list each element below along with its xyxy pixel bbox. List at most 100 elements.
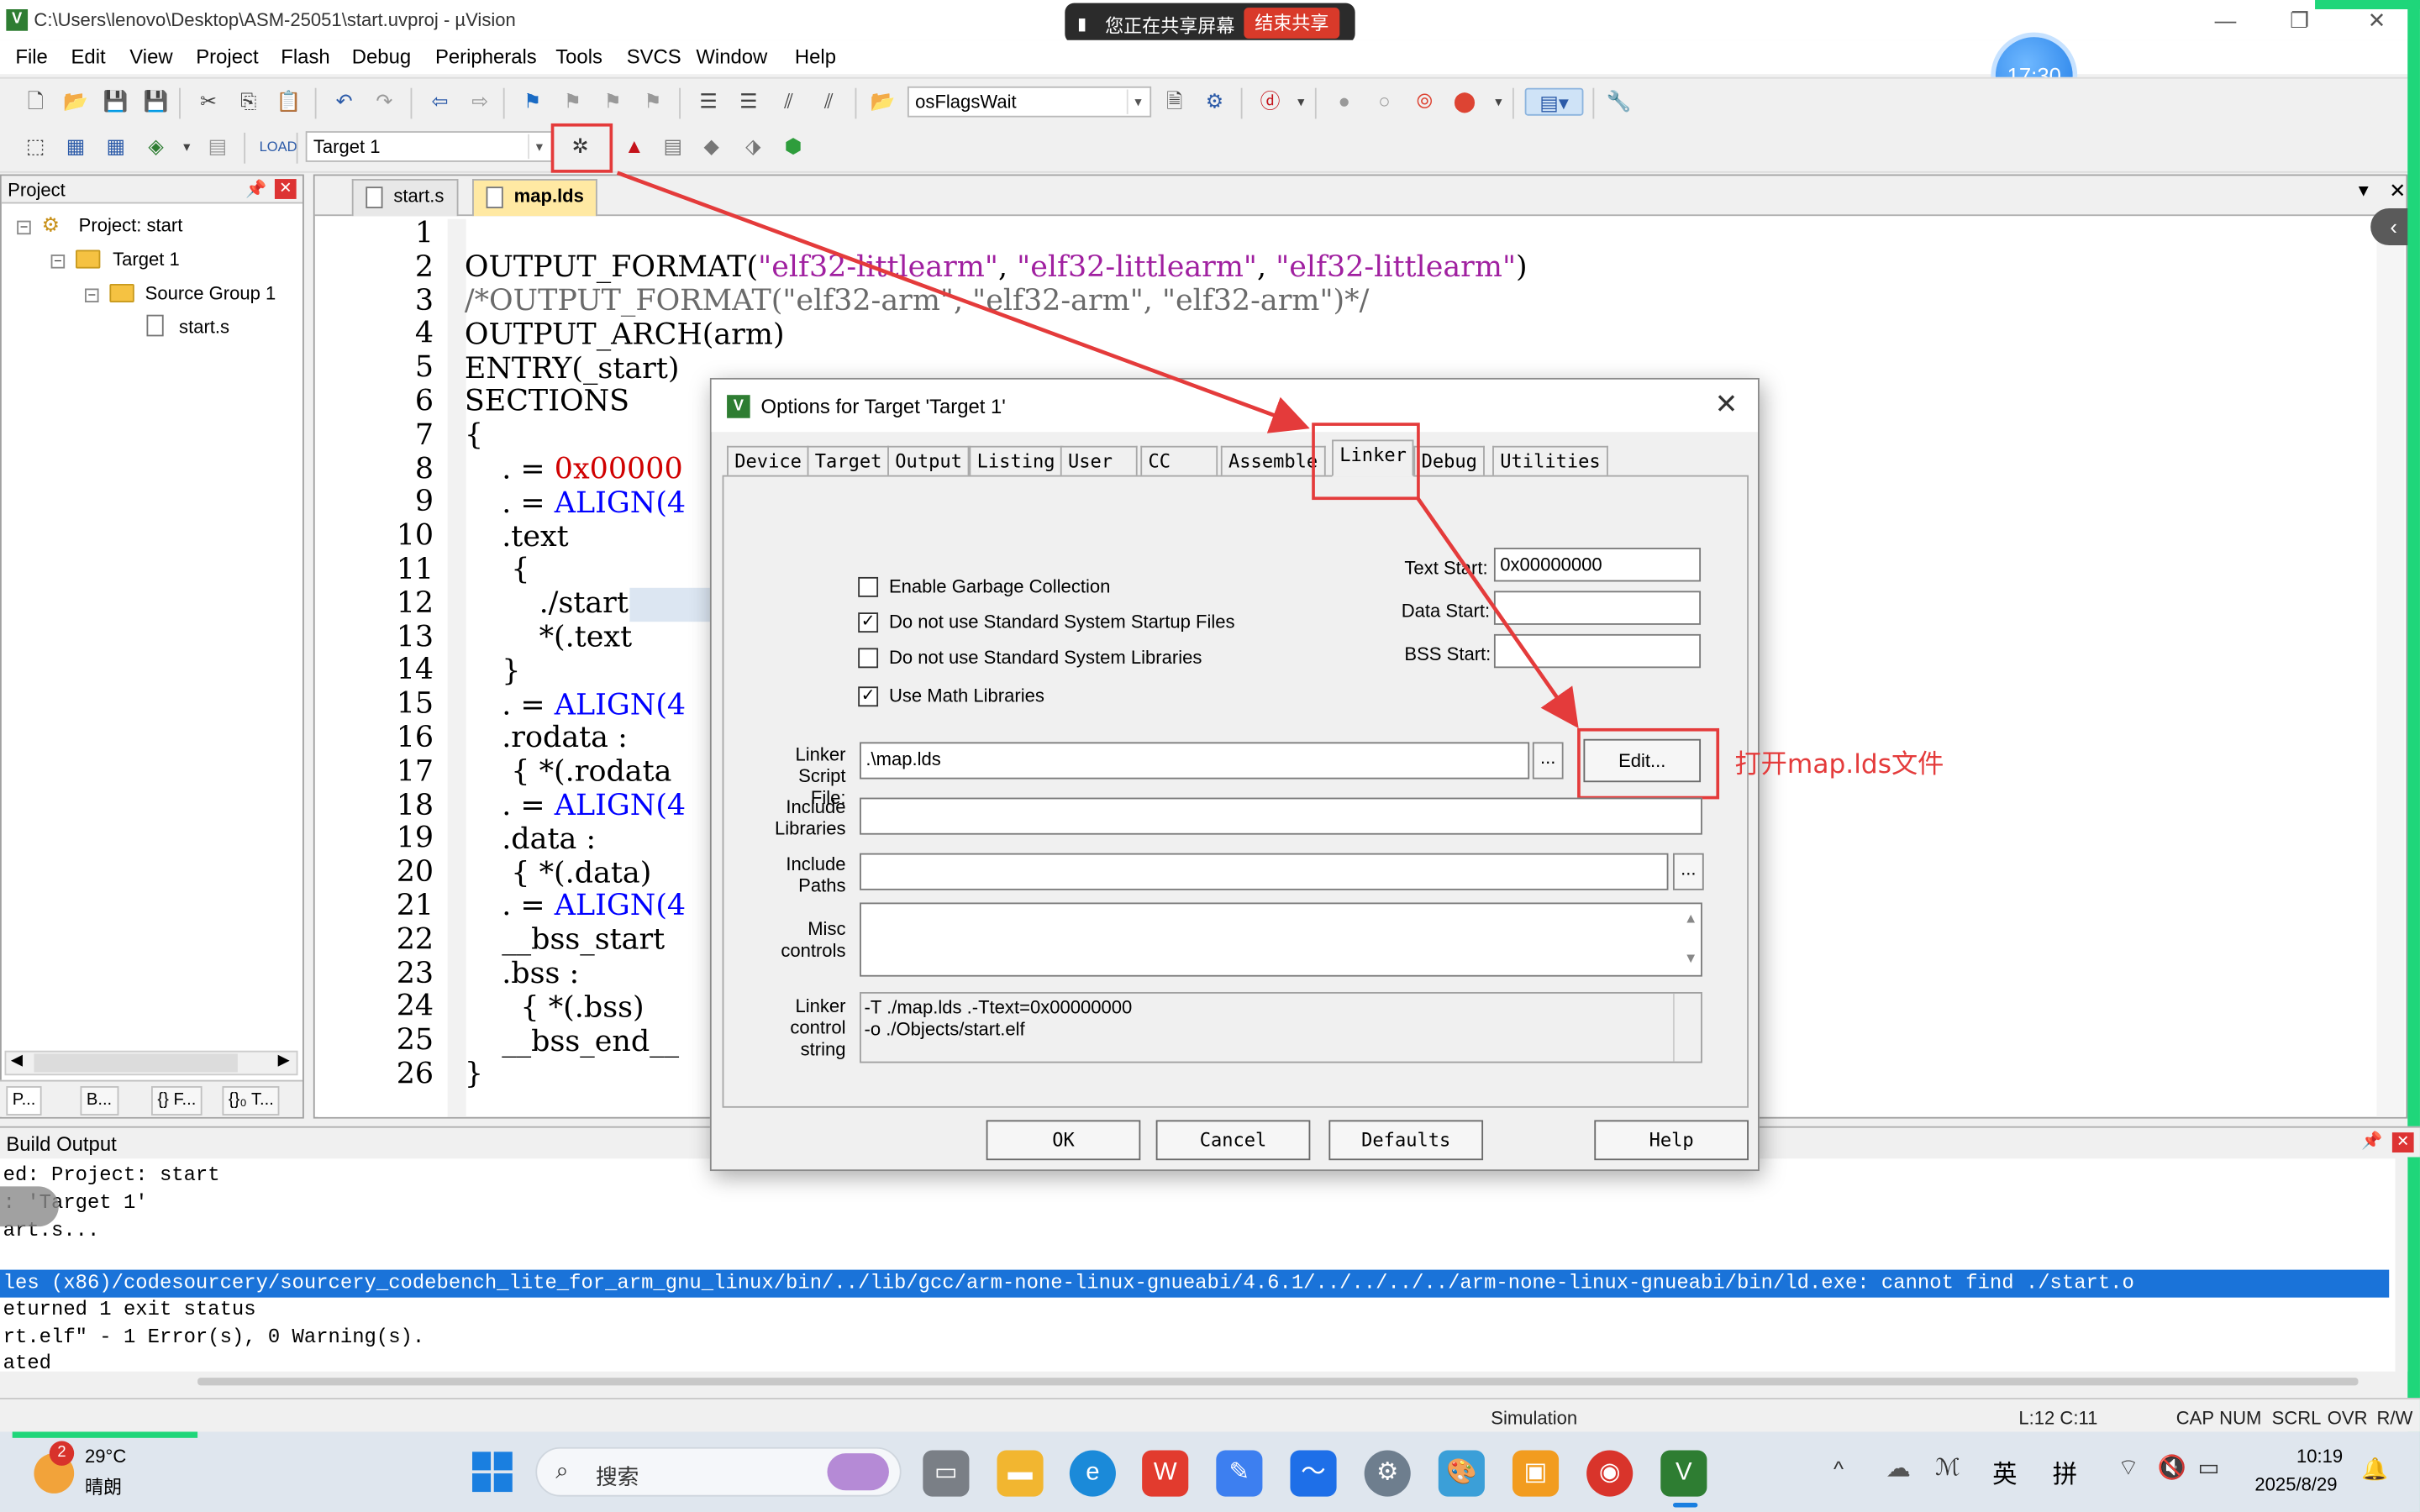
tree-project-item[interactable]: Project: start [79, 214, 183, 236]
manage-runtime-icon[interactable]: ◆ [697, 133, 725, 160]
menu-project[interactable]: Project [196, 45, 258, 68]
collapse-node-icon[interactable]: − [85, 288, 99, 302]
bss-start-input[interactable] [1493, 633, 1702, 669]
save-icon[interactable]: 💾 [102, 88, 129, 116]
scroll-left-arrow-icon[interactable]: ◀ [11, 1053, 23, 1069]
include-paths-input[interactable] [860, 853, 1669, 890]
tab-project[interactable]: P... [6, 1086, 42, 1116]
tab-assemble[interactable]: Assemble [1220, 445, 1326, 477]
unindent-icon[interactable]: ☰ [734, 88, 762, 116]
data-start-input[interactable] [1493, 591, 1702, 625]
linker-script-input[interactable]: .\map.lds [860, 742, 1530, 780]
tab-debug[interactable]: Debug [1413, 445, 1486, 477]
minimize-button[interactable]: — [2195, 3, 2256, 37]
wifi-icon[interactable]: ⌔ [2118, 1453, 2139, 1483]
cancel-button[interactable]: Cancel [1155, 1120, 1311, 1161]
collapse-node-icon[interactable]: − [17, 220, 31, 235]
translate-icon[interactable]: ⬚ [22, 133, 50, 160]
disable-all-breakpoints-icon[interactable]: ⦾ [1411, 88, 1439, 116]
include-libraries-input[interactable] [860, 797, 1702, 835]
download-load-icon[interactable]: LOAD [260, 133, 297, 160]
target-select-combo[interactable]: Target 1 ▾ [305, 131, 553, 162]
manage-project-items-icon[interactable]: ▲ [620, 133, 648, 160]
defaults-button[interactable]: Defaults [1328, 1120, 1484, 1161]
bookmark-icon[interactable]: ⚑ [518, 88, 546, 116]
chevron-down-icon[interactable]: ▾ [173, 133, 201, 160]
editor-vertical-scrollbar[interactable] [2376, 218, 2405, 1117]
dialog-close-button[interactable]: ✕ [1715, 389, 1739, 422]
next-bookmark-icon[interactable]: ⚑ [599, 88, 627, 116]
disable-breakpoint-icon[interactable]: ○ [1370, 88, 1398, 116]
garbage-collection-checkbox[interactable] [858, 576, 879, 597]
menu-debug[interactable]: Debug [352, 45, 411, 68]
incremental-find-icon[interactable]: ⚙ [1201, 88, 1228, 116]
navigate-forward-icon[interactable]: ⇨ [466, 88, 494, 116]
include-paths-browse-button[interactable]: ... [1672, 853, 1704, 890]
menu-view[interactable]: View [129, 45, 172, 68]
close-panel-icon[interactable]: ✕ [274, 179, 297, 199]
uvision-taskbar-icon[interactable]: V [1660, 1450, 1707, 1497]
onedrive-cloud-icon[interactable]: ☁ [1886, 1453, 1910, 1484]
tab-listing[interactable]: Listing [969, 445, 1063, 477]
menu-svcs[interactable]: SVCS [627, 45, 681, 68]
chevron-down-icon[interactable]: ▾ [1287, 88, 1315, 116]
taskbar-search-box[interactable]: ⌕ 搜索 [535, 1446, 902, 1497]
scroll-right-arrow-icon[interactable]: ▶ [278, 1053, 290, 1069]
chevron-down-icon[interactable]: ▾ [1485, 88, 1512, 116]
side-overlay-tab[interactable] [0, 1186, 59, 1227]
tab-target[interactable]: Target [807, 445, 890, 477]
taskbar-date[interactable]: 2025/8/29 [2254, 1473, 2337, 1495]
notes-app-icon[interactable]: ✎ [1216, 1450, 1263, 1497]
kill-all-breakpoints-icon[interactable]: ⬤ [1450, 88, 1478, 116]
window-layout-icon[interactable]: ▤▾ [1524, 87, 1584, 116]
function-search-combo[interactable]: osFlagsWait ▾ [907, 86, 1152, 118]
battery-icon[interactable]: ▭ [2197, 1453, 2219, 1481]
comment-icon[interactable]: ⫽ [775, 88, 802, 116]
clear-bookmarks-icon[interactable]: ⚑ [639, 88, 666, 116]
menu-flash[interactable]: Flash [281, 45, 329, 68]
chevron-down-icon[interactable]: ▾ [528, 134, 550, 160]
indent-icon[interactable]: ☰ [695, 88, 723, 116]
copy-icon[interactable]: ⎘ [234, 88, 262, 116]
redo-icon[interactable]: ↷ [371, 88, 398, 116]
save-all-icon[interactable]: 💾 [142, 88, 170, 116]
menu-tools[interactable]: Tools [555, 45, 602, 68]
tab-output[interactable]: Output [887, 445, 971, 477]
pin-icon[interactable]: 📌 [2361, 1131, 2382, 1151]
text-start-input[interactable]: 0x00000000 [1493, 548, 1702, 582]
volume-muted-icon[interactable]: 🔇 [2158, 1453, 2186, 1481]
stop-build-icon[interactable]: ▤ [203, 133, 231, 160]
no-startup-files-checkbox[interactable]: ✓ [858, 612, 879, 633]
breakpoint-icon[interactable]: ● [1330, 88, 1358, 116]
navigate-back-icon[interactable]: ⇦ [426, 88, 454, 116]
scroll-thumb[interactable] [197, 1378, 2359, 1386]
no-std-libraries-checkbox[interactable] [858, 648, 879, 669]
remote-desktop-icon[interactable]: ▣ [1512, 1450, 1560, 1497]
output-horizontal-scrollbar[interactable] [0, 1371, 2396, 1394]
stop-sharing-button[interactable]: 结束共享 [1244, 8, 1340, 39]
menu-peripherals[interactable]: Peripherals [435, 45, 537, 68]
tab-device[interactable]: Device [727, 445, 810, 477]
meeting-app-icon[interactable]: ◉ [1586, 1450, 1634, 1497]
tree-file-item[interactable]: start.s [179, 317, 229, 339]
notification-bell-icon[interactable]: 🔔 [2361, 1457, 2388, 1483]
start-windows-icon[interactable] [472, 1452, 513, 1493]
event-recorder-icon[interactable]: ⬢ [780, 133, 808, 160]
paint-app-icon[interactable]: 🎨 [1438, 1450, 1485, 1497]
cut-icon[interactable]: ✂ [194, 88, 222, 116]
scroll-up-arrow-icon[interactable]: ▲ [1684, 911, 1697, 926]
tab-user[interactable]: User [1060, 445, 1138, 477]
find-in-files-icon[interactable]: 📂 [869, 88, 897, 116]
menu-edit[interactable]: Edit [71, 45, 105, 68]
tab-books[interactable]: B... [80, 1086, 118, 1116]
linker-script-browse-button[interactable]: ... [1532, 742, 1564, 780]
tab-templates[interactable]: {}₀ T... [222, 1086, 281, 1116]
ime-mode[interactable]: 拼 [2053, 1453, 2077, 1490]
close-panel-icon[interactable]: ✕ [2391, 1132, 2414, 1153]
tab-map-lds[interactable]: map.lds [472, 179, 598, 217]
menu-window[interactable]: Window [696, 45, 767, 68]
batch-build-icon[interactable]: ◈ [142, 133, 170, 160]
collapse-node-icon[interactable]: − [50, 254, 66, 269]
debug-session-icon[interactable]: ⓓ [1256, 88, 1284, 116]
wps-office-icon[interactable]: W [1142, 1450, 1189, 1497]
